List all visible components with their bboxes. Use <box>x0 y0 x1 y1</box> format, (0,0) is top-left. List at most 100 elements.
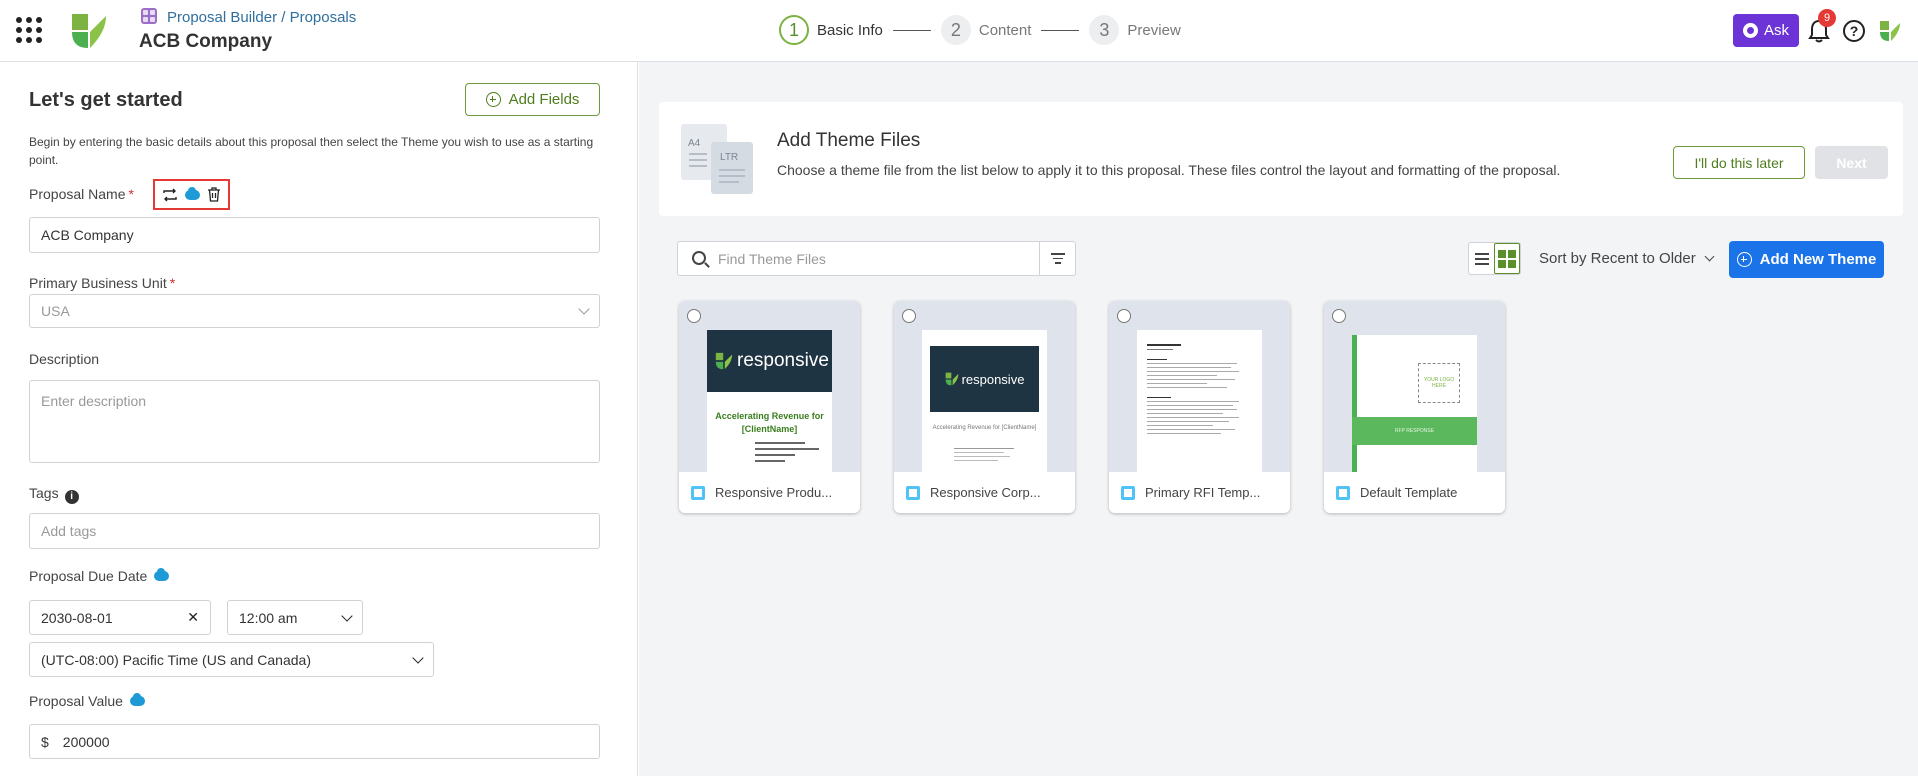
theme-file-icon <box>906 485 920 500</box>
theme-tiles: responsive Accelerating Revenue for [Cli… <box>679 301 1505 513</box>
apps-grid-icon[interactable] <box>16 17 42 43</box>
proposal-builder-icon <box>141 8 157 24</box>
theme-search-input[interactable]: Find Theme Files <box>677 241 1040 276</box>
theme-tile[interactable]: YOUR LOGO HERE RFP RESPONSE Default Temp… <box>1324 301 1505 513</box>
preview-brand-text: responsive <box>737 350 829 371</box>
preview-band-text: RFP RESPONSE <box>1352 417 1477 445</box>
theme-select-radio[interactable] <box>902 309 916 323</box>
theme-files-description: Choose a theme file from the list below … <box>777 162 1561 178</box>
currency-symbol: $ <box>41 733 49 750</box>
preview-heading: Accelerating Revenue for [ClientName] <box>715 411 824 434</box>
preview-heading: Accelerating Revenue for [ClientName] <box>932 425 1037 431</box>
tags-label: Tags i <box>29 485 79 504</box>
salesforce-cloud-icon <box>129 693 145 706</box>
proposal-value: 200000 <box>62 733 110 750</box>
notification-badge: 9 <box>1818 9 1836 27</box>
due-date-input[interactable]: 2030-08-01 ✕ <box>29 600 211 635</box>
chevron-down-icon <box>341 609 353 622</box>
clear-date-icon[interactable]: ✕ <box>187 609 199 626</box>
timezone-value: (UTC-08:00) Pacific Time (US and Canada) <box>41 651 311 668</box>
theme-tile[interactable]: responsive Accelerating Revenue for [Cli… <box>894 301 1075 513</box>
theme-tile-footer: Responsive Corp... <box>894 472 1075 513</box>
brand-logo-icon[interactable] <box>70 12 108 50</box>
chevron-down-icon <box>412 651 424 664</box>
theme-tile[interactable]: responsive Accelerating Revenue for [Cli… <box>679 301 860 513</box>
theme-file-icon <box>1336 485 1350 500</box>
brand-mini-logo-icon[interactable] <box>1879 20 1901 42</box>
wizard-stepper: 1 Basic Info 2 Content 3 Preview <box>779 14 1181 46</box>
search-placeholder: Find Theme Files <box>718 250 826 267</box>
brand-leaf-icon <box>715 352 733 370</box>
theme-files-card: A4 LTR Add Theme Files Choose a theme fi… <box>659 102 1903 216</box>
theme-panel: A4 LTR Add Theme Files Choose a theme fi… <box>639 62 1918 776</box>
step-divider <box>1041 29 1080 31</box>
preview-logo-placeholder: YOUR LOGO HERE <box>1418 363 1460 403</box>
step-3-label[interactable]: Preview <box>1127 22 1180 39</box>
filter-button[interactable] <box>1039 241 1076 276</box>
due-date-label: Proposal Due Date <box>29 568 170 584</box>
next-button[interactable]: Next <box>1815 146 1888 179</box>
step-2-number[interactable]: 2 <box>940 15 971 45</box>
view-toggle <box>1468 242 1521 275</box>
theme-files-title: Add Theme Files <box>777 130 921 151</box>
step-2-label[interactable]: Content <box>979 22 1032 39</box>
document-sizes-icon: A4 LTR <box>681 124 753 194</box>
proposal-name-input[interactable]: ACB Company <box>29 217 600 253</box>
add-theme-label: Add New Theme <box>1759 251 1877 268</box>
salesforce-cloud-icon[interactable] <box>184 186 200 200</box>
brand-leaf-icon <box>945 372 958 386</box>
theme-select-radio[interactable] <box>1117 309 1131 323</box>
theme-file-icon <box>1121 485 1135 500</box>
business-unit-select[interactable]: USA <box>29 294 600 328</box>
chevron-down-icon <box>1704 251 1715 262</box>
step-1-number[interactable]: 1 <box>779 15 809 45</box>
theme-select-radio[interactable] <box>1332 309 1346 323</box>
salesforce-cloud-icon <box>154 568 170 581</box>
preview-brand-band: responsive <box>707 330 832 392</box>
page-title: ACB Company <box>139 31 273 52</box>
business-unit-value: USA <box>41 303 70 319</box>
step-1-label[interactable]: Basic Info <box>817 22 883 39</box>
tags-input[interactable]: Add tags <box>29 513 600 549</box>
basic-info-panel: Let's get started Add Fields Begin by en… <box>0 62 638 776</box>
ask-label: Ask <box>1763 22 1789 39</box>
due-time-select[interactable]: 12:00 am <box>227 600 363 635</box>
search-icon <box>692 251 706 265</box>
trash-icon[interactable] <box>207 187 221 202</box>
sort-dropdown[interactable]: Sort by Recent to Older <box>1539 250 1715 267</box>
theme-file-icon <box>691 485 705 500</box>
theme-tile-name: Primary RFI Temp... <box>1145 485 1261 500</box>
info-icon[interactable]: i <box>64 490 79 504</box>
list-view-icon[interactable] <box>1469 243 1494 274</box>
plus-circle-icon <box>1736 252 1752 267</box>
proposal-value-label: Proposal Value <box>29 693 145 709</box>
theme-tile-footer: Default Template <box>1324 472 1505 513</box>
theme-tile-footer: Responsive Produ... <box>679 472 860 513</box>
do-this-later-button[interactable]: I'll do this later <box>1673 146 1805 179</box>
a4-text: A4 <box>688 138 701 149</box>
ltr-text: LTR <box>720 152 738 163</box>
theme-tile-name: Default Template <box>1360 485 1458 500</box>
timezone-select[interactable]: (UTC-08:00) Pacific Time (US and Canada) <box>29 642 434 677</box>
ask-spark-icon <box>1742 23 1758 38</box>
plus-circle-icon <box>485 92 501 107</box>
step-divider <box>892 29 931 31</box>
description-textarea[interactable]: Enter description <box>29 380 600 463</box>
breadcrumb[interactable]: Proposal Builder / Proposals <box>167 9 356 26</box>
add-new-theme-button[interactable]: Add New Theme <box>1729 241 1884 278</box>
theme-tile[interactable]: Primary RFI Temp... <box>1109 301 1290 513</box>
chevron-down-icon <box>578 303 590 315</box>
due-date-value: 2030-08-01 <box>41 609 113 626</box>
theme-tile-name: Responsive Produ... <box>715 485 833 500</box>
theme-select-radio[interactable] <box>687 309 701 323</box>
ask-button[interactable]: Ask <box>1733 14 1799 47</box>
sync-icon[interactable] <box>162 188 178 202</box>
grid-view-icon[interactable] <box>1494 243 1520 274</box>
preview-brand-band: responsive <box>930 346 1039 412</box>
add-fields-label: Add Fields <box>508 91 580 108</box>
step-3-number[interactable]: 3 <box>1089 15 1120 45</box>
help-icon[interactable]: ? <box>1843 20 1865 42</box>
add-fields-button[interactable]: Add Fields <box>465 83 600 116</box>
proposal-value-input[interactable]: $ 200000 <box>29 724 600 759</box>
proposal-name-label: Proposal Name * <box>29 186 134 202</box>
